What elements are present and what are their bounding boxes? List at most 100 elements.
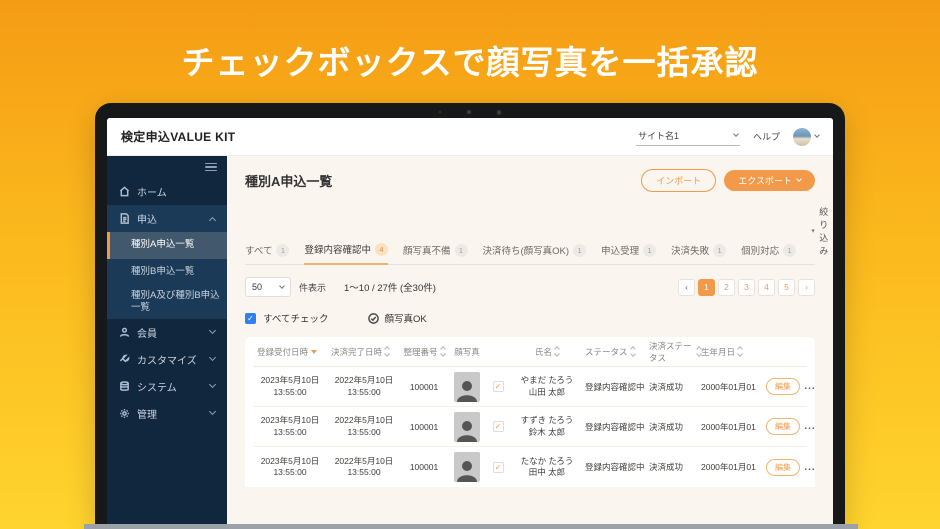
row-menu-button[interactable]: ... xyxy=(804,462,815,473)
tab-label: 決済失敗 xyxy=(671,243,709,257)
sort-icon xyxy=(555,347,559,356)
page-size-label: 件表示 xyxy=(299,281,326,294)
sidebar-item-label: 種別B申込一覧 xyxy=(131,266,194,278)
user-menu[interactable] xyxy=(793,128,819,146)
page-button-1[interactable]: 1 xyxy=(698,279,715,296)
sidebar-item-typeA-list[interactable]: 種別A申込一覧 xyxy=(107,232,227,259)
tab-count-badge: 4 xyxy=(375,243,388,256)
reference-number: 100001 xyxy=(401,422,447,432)
sidebar-toggle-icon[interactable] xyxy=(205,161,217,174)
tab-accepted[interactable]: 申込受理 1 xyxy=(601,243,656,264)
pagination: ‹ 1 2 3 4 5 › xyxy=(678,279,815,296)
row-checkbox[interactable]: ✓ xyxy=(493,462,504,473)
face-photo[interactable] xyxy=(447,452,487,482)
column-header[interactable]: 登録受付日時 xyxy=(253,346,327,358)
sidebar-item-label: ホーム xyxy=(137,184,167,199)
laptop-mockup: 検定申込VALUE KIT サイト名1 ヘルプ xyxy=(95,103,845,529)
next-page-button[interactable]: › xyxy=(798,279,815,296)
tab-payment-failed[interactable]: 決済失敗 1 xyxy=(671,243,726,264)
tab-all[interactable]: すべて 1 xyxy=(245,243,289,264)
row-checkbox-cell: ✓ xyxy=(487,381,509,392)
tab-payment-waiting[interactable]: 決済待ち(顔写真OK) 1 xyxy=(483,243,587,264)
page-button-3[interactable]: 3 xyxy=(738,279,755,296)
face-photo[interactable] xyxy=(447,412,487,442)
page-size-value: 50 xyxy=(252,282,262,292)
row-checkbox-cell: ✓ xyxy=(487,462,509,473)
tab-count-badge: 1 xyxy=(573,244,586,257)
sidebar-item-label: システム xyxy=(137,379,177,394)
page-background: チェックボックスで顔写真を一括承認 検定申込VALUE KIT サイト名1 ヘル… xyxy=(0,0,940,529)
site-select-value: サイト名1 xyxy=(638,129,679,142)
row-menu-cell: ... xyxy=(801,381,819,392)
column-header[interactable]: 決済ステータス xyxy=(649,340,701,364)
column-header[interactable]: 生年月日 xyxy=(701,346,765,358)
sort-icon xyxy=(738,347,742,356)
edit-button[interactable]: 編集 xyxy=(766,418,800,435)
column-header[interactable]: 決済完了日時 xyxy=(327,346,401,358)
birthday: 2000年01月01 xyxy=(701,461,765,473)
status: 登録内容確認中 xyxy=(585,461,649,473)
tab-photo-defect[interactable]: 顔写真不備 1 xyxy=(403,243,468,264)
reference-number: 100001 xyxy=(401,462,447,472)
column-header[interactable]: ステータス xyxy=(585,346,649,358)
app-header: 検定申込VALUE KIT サイト名1 ヘルプ xyxy=(107,118,833,156)
payment-datetime: 2022年5月10日13:55:00 xyxy=(327,375,401,397)
edit-button[interactable]: 編集 xyxy=(766,459,800,476)
sidebar-item-typeAB-list[interactable]: 種別A及び種別B申込一覧 xyxy=(107,286,227,319)
tab-content-checking[interactable]: 登録内容確認中 4 xyxy=(304,242,388,265)
row-menu-button[interactable]: ... xyxy=(804,421,815,432)
sort-icon xyxy=(631,347,635,356)
app-brand: 検定申込VALUE KIT xyxy=(121,128,235,145)
sidebar-item-typeB-list[interactable]: 種別B申込一覧 xyxy=(107,259,227,286)
sidebar-item-system[interactable]: システム xyxy=(107,373,227,400)
sidebar-item-apply[interactable]: 申込 xyxy=(107,205,227,232)
sort-icon xyxy=(441,347,445,356)
edit-cell: 編集 xyxy=(765,378,801,395)
tab-individual[interactable]: 個別対応 1 xyxy=(741,243,796,264)
main-content: 種別A申込一覧 インポート エクスポート xyxy=(227,156,833,529)
sidebar-item-admin[interactable]: 管理 xyxy=(107,400,227,427)
payment-datetime: 2022年5月10日13:55:00 xyxy=(327,456,401,478)
tab-label: 登録内容確認中 xyxy=(304,242,371,256)
sidebar-item-customize[interactable]: カスタマイズ xyxy=(107,346,227,373)
tab-count-badge: 1 xyxy=(455,244,468,257)
table-header-row: 登録受付日時 決済完了日時 整理番号 顔写真 xyxy=(253,337,807,367)
edit-button[interactable]: 編集 xyxy=(766,378,800,395)
payment-status: 決済成功 xyxy=(649,461,701,473)
row-checkbox[interactable]: ✓ xyxy=(493,421,504,432)
help-link[interactable]: ヘルプ xyxy=(753,130,780,143)
check-all-checkbox[interactable]: ✓ xyxy=(245,313,256,324)
row-menu-button[interactable]: ... xyxy=(804,381,815,392)
filter-button[interactable]: 絞り込み xyxy=(811,205,833,264)
sidebar-item-members[interactable]: 会員 xyxy=(107,319,227,346)
chevron-down-icon xyxy=(209,408,216,415)
export-button-label: エクスポート xyxy=(738,174,792,187)
page-size-select[interactable]: 50 xyxy=(245,277,291,297)
home-icon xyxy=(119,186,130,197)
column-header[interactable]: 氏名 xyxy=(509,346,585,358)
column-header[interactable]: 整理番号 xyxy=(401,346,447,358)
prev-page-button[interactable]: ‹ xyxy=(678,279,695,296)
site-select[interactable]: サイト名1 xyxy=(636,127,740,146)
person-silhouette-icon xyxy=(456,378,478,402)
sidebar-item-label: 管理 xyxy=(137,406,157,421)
face-photo[interactable] xyxy=(447,372,487,402)
edit-cell: 編集 xyxy=(765,418,801,435)
sidebar-item-label: カスタマイズ xyxy=(137,352,197,367)
row-checkbox[interactable]: ✓ xyxy=(493,381,504,392)
page-button-5[interactable]: 5 xyxy=(778,279,795,296)
applicant-name: やまだ たろう山田 太郎 xyxy=(509,375,585,397)
page-button-2[interactable]: 2 xyxy=(718,279,735,296)
sort-desc-icon xyxy=(311,350,317,354)
tab-label: 申込受理 xyxy=(601,243,639,257)
export-button[interactable]: エクスポート xyxy=(724,170,815,191)
sidebar-item-home[interactable]: ホーム xyxy=(107,178,227,205)
person-silhouette-icon xyxy=(456,458,478,482)
tab-label: 決済待ち(顔写真OK) xyxy=(483,243,570,257)
status-tabs: すべて 1 登録内容確認中 4 顔写真不備 1 決済待ち(顔写真OK) xyxy=(245,205,815,265)
page-button-4[interactable]: 4 xyxy=(758,279,775,296)
import-button[interactable]: インポート xyxy=(641,169,716,192)
laptop-base xyxy=(84,524,858,529)
sort-icon xyxy=(385,347,389,356)
photo-ok-button[interactable]: 顔写真OK xyxy=(368,311,426,325)
